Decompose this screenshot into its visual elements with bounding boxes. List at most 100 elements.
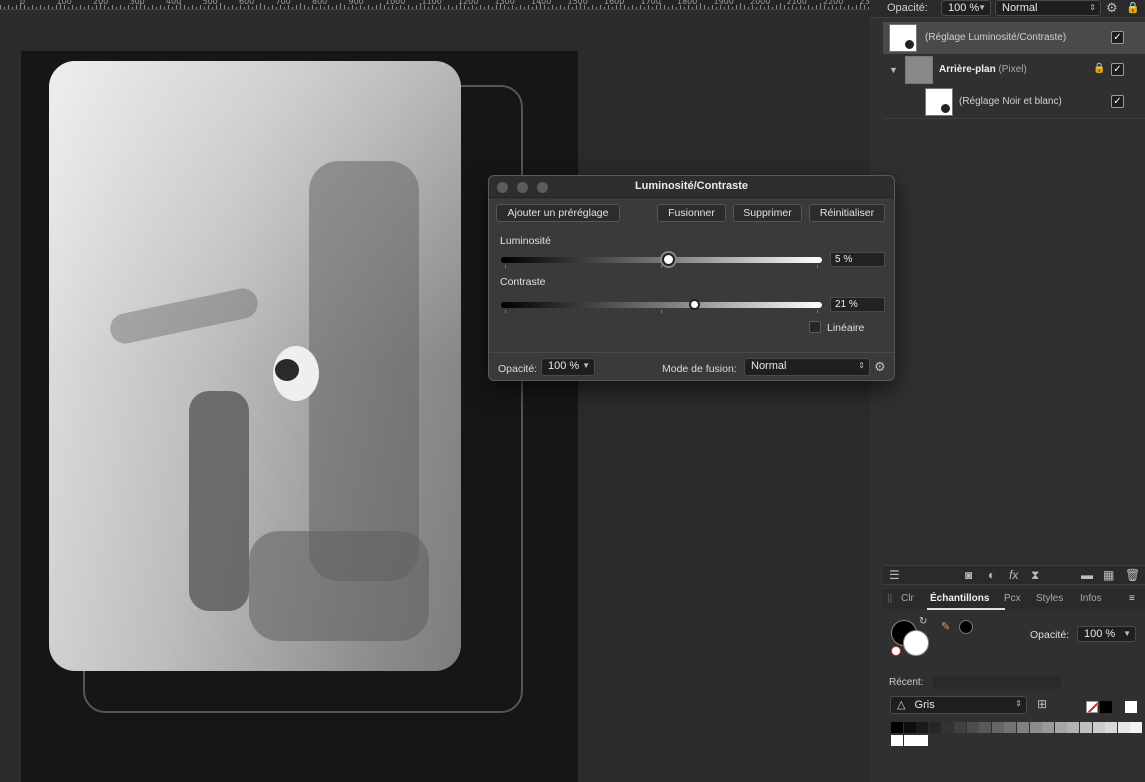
gray-swatch[interactable]: [1080, 722, 1092, 733]
gray-swatch[interactable]: [979, 722, 992, 733]
gray-swatch[interactable]: [954, 722, 966, 733]
tab-pcx[interactable]: Pcx: [1004, 593, 1021, 604]
none-swatch[interactable]: [1086, 701, 1098, 713]
ruler-tick: [508, 7, 509, 9]
gray-swatch[interactable]: [916, 735, 929, 746]
folder-icon[interactable]: ▬: [1081, 568, 1093, 582]
gray-swatch[interactable]: [916, 722, 929, 733]
opacity-select[interactable]: 100 % ▼: [941, 0, 991, 16]
ruler-tick: [328, 5, 329, 9]
layer-row-brightness[interactable]: (Réglage Luminosité/Contraste) ✓: [883, 22, 1145, 54]
gray-swatch[interactable]: [1042, 722, 1055, 733]
layers-icon[interactable]: ☰: [889, 568, 900, 582]
checker-icon[interactable]: ▦: [1103, 568, 1114, 582]
gray-swatch[interactable]: [991, 722, 1004, 733]
visibility-checkbox[interactable]: ✓: [1111, 63, 1124, 76]
linear-checkbox[interactable]: [809, 321, 821, 333]
blend-mode-select[interactable]: Normal ⇕: [995, 0, 1101, 16]
ruler-tick: [8, 5, 9, 9]
eyedropper-icon[interactable]: ✎: [941, 620, 950, 633]
gray-swatch[interactable]: [1067, 722, 1080, 733]
ruler-tick: [200, 5, 201, 9]
lock-icon[interactable]: 🔒: [1126, 1, 1140, 14]
layer-row-background[interactable]: ▼ Arrière-plan (Pixel) 🔒 ✓: [883, 54, 1145, 86]
gray-swatch[interactable]: [1130, 722, 1143, 733]
dialog-titlebar[interactable]: Luminosité/Contraste: [489, 176, 894, 198]
brightness-slider[interactable]: [501, 253, 822, 266]
gray-swatch[interactable]: [1092, 722, 1105, 733]
gray-swatch[interactable]: [903, 735, 916, 746]
gray-swatch[interactable]: [1105, 722, 1118, 733]
gear-icon[interactable]: ⚙: [1106, 0, 1118, 16]
swap-icon[interactable]: ↻: [919, 616, 927, 627]
ruler-tick: [480, 5, 481, 9]
disclosure-triangle-icon[interactable]: ▼: [889, 65, 898, 75]
add-swatch-icon[interactable]: ⊞: [1037, 697, 1047, 711]
ruler-tick: [412, 7, 413, 9]
white-swatch[interactable]: [1125, 701, 1137, 713]
document-canvas[interactable]: [0, 10, 869, 782]
fx-icon[interactable]: fx: [1009, 568, 1018, 582]
ruler-tick: [736, 5, 737, 9]
swatch-opacity-select[interactable]: 100 % ▼: [1077, 626, 1136, 642]
tab-clr[interactable]: Clr: [901, 593, 914, 604]
tab-styles[interactable]: Styles: [1036, 593, 1063, 604]
dialog-opacity-select[interactable]: 100 % ▼: [541, 358, 595, 376]
ruler-tick: [468, 7, 469, 9]
gray-swatch[interactable]: [891, 735, 903, 746]
tab-echantillons[interactable]: Échantillons: [930, 593, 989, 604]
chevron-down-icon: ▼: [978, 3, 986, 12]
merge-button[interactable]: Fusionner: [657, 204, 726, 222]
ruler-tick: [484, 7, 485, 9]
black-swatch[interactable]: [1100, 701, 1112, 713]
ruler-tick: [260, 3, 261, 9]
contrast-slider-handle[interactable]: [688, 299, 700, 310]
visibility-checkbox[interactable]: ✓: [1111, 95, 1124, 108]
reset-button[interactable]: Réinitialiser: [809, 204, 885, 222]
lock-icon[interactable]: 🔒: [1093, 63, 1105, 74]
ruler-tick: [268, 7, 269, 9]
ruler-label: 1400: [531, 0, 552, 6]
visibility-checkbox[interactable]: ✓: [1111, 31, 1124, 44]
ruler-tick: [436, 7, 437, 9]
contrast-slider[interactable]: [501, 299, 822, 310]
gray-swatch[interactable]: [928, 722, 941, 733]
trash-icon[interactable]: 🗑: [1125, 568, 1140, 582]
gray-swatch[interactable]: [903, 722, 916, 733]
gray-swatch[interactable]: [1004, 722, 1017, 733]
ruler-tick: [520, 5, 521, 9]
picked-colour[interactable]: [959, 620, 973, 634]
add-preset-button[interactable]: Ajouter un préréglage: [496, 204, 620, 222]
contrast-value[interactable]: 21 %: [830, 297, 885, 312]
gray-swatch[interactable]: [941, 722, 954, 733]
panel-menu-icon[interactable]: ≡: [1129, 593, 1135, 604]
gray-swatch[interactable]: [1029, 722, 1042, 733]
ruler-tick: [488, 5, 489, 9]
palette-select[interactable]: △ Gris ⇕: [890, 696, 1027, 714]
blend-mode-label: Mode de fusion:: [662, 363, 737, 375]
ruler-tick: [272, 5, 273, 9]
ruler-tick: [704, 5, 705, 9]
layer-row-bw[interactable]: (Réglage Noir et blanc) ✓: [883, 86, 1145, 118]
ruler-tick: [548, 7, 549, 9]
delete-button[interactable]: Supprimer: [733, 204, 802, 222]
ruler-tick: [632, 5, 633, 9]
mask-icon[interactable]: ◙: [965, 568, 972, 582]
gray-swatch[interactable]: [891, 722, 903, 733]
dialog-blend-select[interactable]: Normal ⇕: [744, 358, 870, 376]
brightness-ticks: [501, 265, 822, 269]
adjustment-icon[interactable]: ◐: [988, 568, 995, 582]
brightness-value[interactable]: 5 %: [830, 252, 885, 267]
gray-swatch[interactable]: [1117, 722, 1130, 733]
gear-icon[interactable]: ⚙: [874, 359, 886, 375]
gray-swatch[interactable]: [1054, 722, 1067, 733]
tab-infos[interactable]: Infos: [1080, 593, 1102, 604]
gray-swatch[interactable]: [966, 722, 979, 733]
ruler-tick: [716, 7, 717, 9]
ruler-tick: [516, 7, 517, 9]
hourglass-icon[interactable]: ⧗: [1031, 568, 1039, 583]
gray-swatch[interactable]: [1017, 722, 1029, 733]
no-colour-icon[interactable]: [891, 646, 901, 656]
secondary-colour[interactable]: [903, 630, 929, 656]
ruler-tick: [636, 7, 637, 9]
